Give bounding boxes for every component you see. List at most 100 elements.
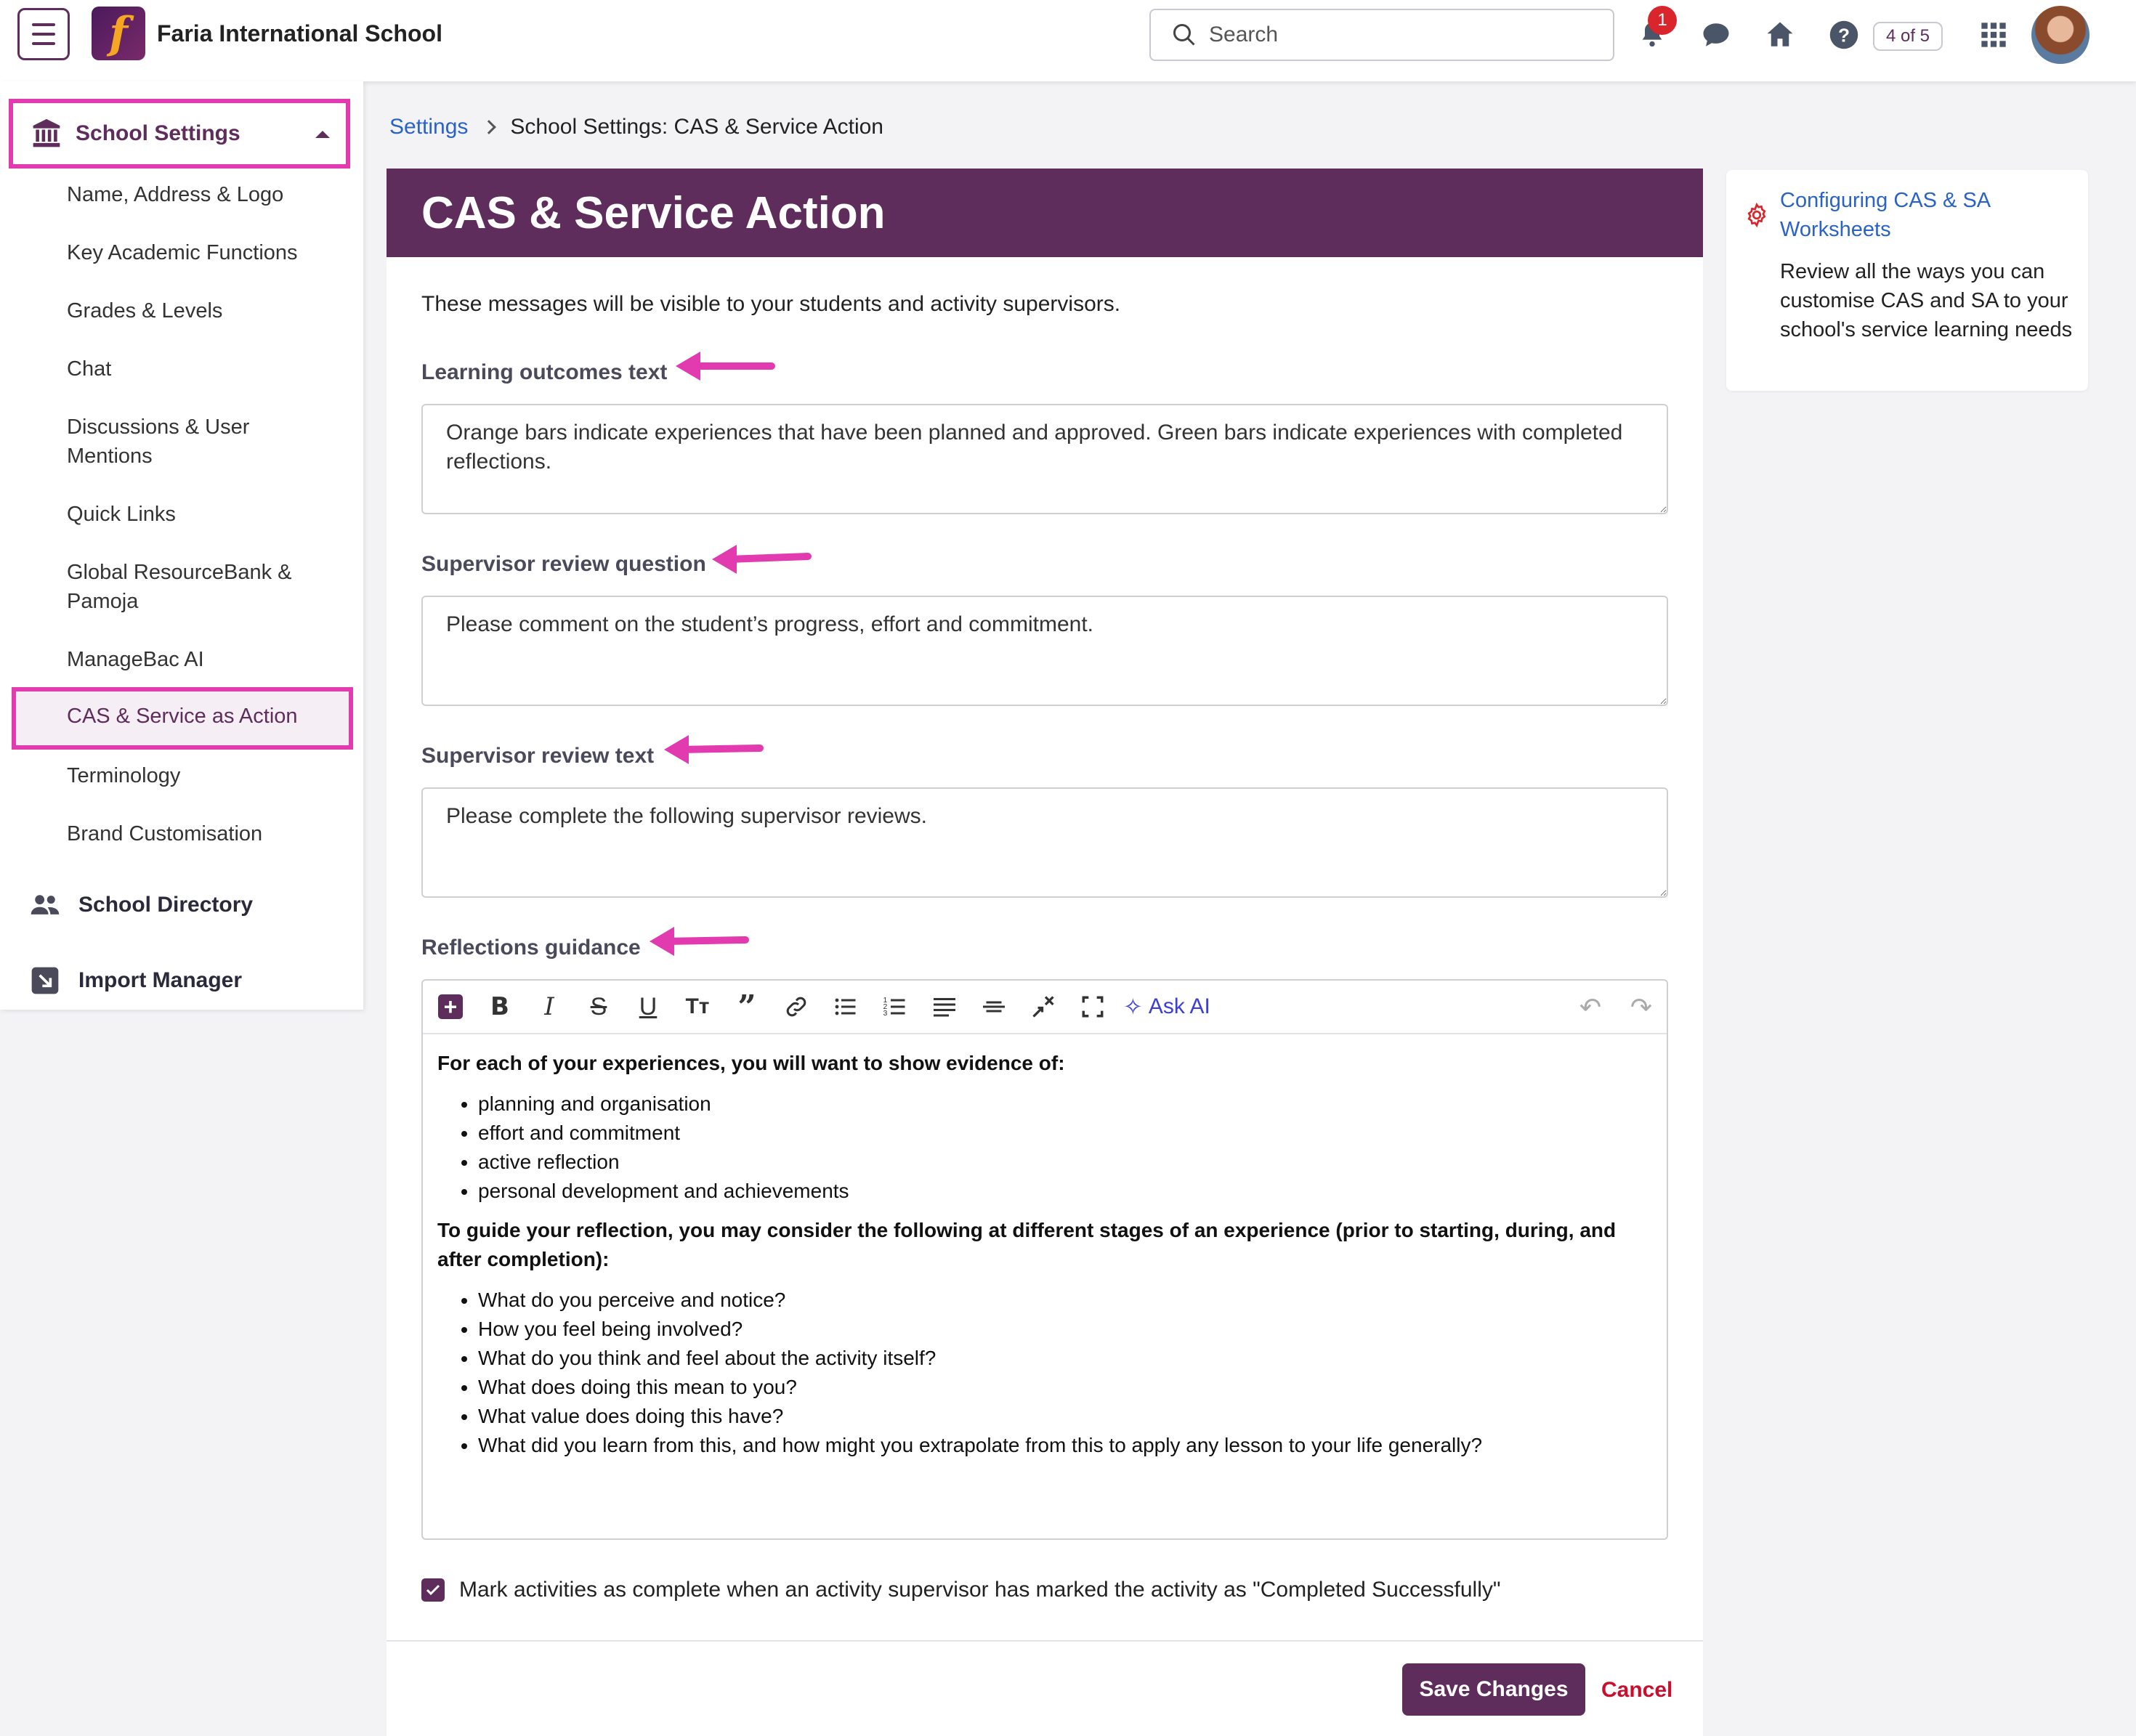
save-changes-button[interactable]: Save Changes	[1402, 1663, 1585, 1716]
sparkle-icon: ✧	[1123, 994, 1143, 1020]
sidebar-item-brand-customisation[interactable]: Brand Customisation	[67, 819, 343, 848]
pointer-arrow-icon	[676, 352, 775, 381]
top-bar: f Faria International School 1 ? 4 of 5	[0, 0, 2136, 81]
help-description: Review all the ways you can customise CA…	[1780, 260, 2073, 341]
learning-outcomes-label: Learning outcomes text	[421, 360, 668, 384]
reflection-questions-list: What do you perceive and notice? How you…	[478, 1286, 1652, 1460]
bullet-list-icon[interactable]	[831, 992, 860, 1021]
sidebar-item-key-academic-functions[interactable]: Key Academic Functions	[67, 238, 343, 267]
breadcrumb: Settings School Settings: CAS & Service …	[389, 115, 883, 139]
sidebar: School Settings Name, Address & Logo Key…	[0, 81, 363, 1010]
align-icon[interactable]	[930, 992, 959, 1021]
sidebar-item-managebac-ai[interactable]: ManageBac AI	[67, 645, 343, 674]
fullscreen-icon[interactable]	[1078, 992, 1107, 1021]
breadcrumb-settings-link[interactable]: Settings	[389, 115, 468, 139]
menu-icon[interactable]	[17, 8, 70, 60]
school-name[interactable]: Faria International School	[157, 20, 442, 47]
list-item: active reflection	[478, 1148, 1652, 1177]
reflections-guidance-editor[interactable]: + B I S U Tᴛ ” 123 ✧ Ask AI ↶ ↷ For each…	[421, 979, 1668, 1540]
list-item: personal development and achievements	[478, 1177, 1652, 1206]
insert-element-icon[interactable]	[1029, 992, 1058, 1021]
supervisor-review-text-field[interactable]: Please complete the following supervisor…	[421, 787, 1668, 898]
list-item: planning and organisation	[478, 1090, 1652, 1119]
ask-ai-button[interactable]: ✧ Ask AI	[1123, 993, 1210, 1021]
pointer-arrow-icon	[650, 927, 749, 956]
sidebar-section-label: Import Manager	[78, 968, 243, 992]
bold-icon[interactable]: B	[485, 992, 514, 1021]
help-card: Configuring CAS & SA Worksheets Review a…	[1726, 170, 2088, 391]
supervisor-review-question-field[interactable]: Please comment on the student’s progress…	[421, 596, 1668, 706]
list-item: What value does doing this have?	[478, 1402, 1652, 1431]
search-input[interactable]	[1209, 23, 1601, 47]
guidance-heading-2: To guide your reflection, you may consid…	[437, 1219, 1617, 1270]
italic-icon[interactable]: I	[535, 992, 564, 1021]
people-icon	[31, 895, 60, 914]
sidebar-section-import-manager[interactable]: Import Manager	[29, 965, 242, 997]
chevron-right-icon	[482, 120, 497, 134]
school-logo[interactable]: f	[92, 7, 145, 60]
learning-outcomes-field[interactable]: Orange bars indicate experiences that ha…	[421, 404, 1668, 514]
avatar[interactable]	[2031, 6, 2090, 64]
ask-ai-label: Ask AI	[1148, 994, 1210, 1018]
bank-icon	[33, 118, 60, 147]
sidebar-item-terminology[interactable]: Terminology	[67, 761, 343, 790]
list-item: effort and commitment	[478, 1119, 1652, 1148]
apps-grid-icon[interactable]	[1976, 17, 2011, 52]
sidebar-group-school-settings[interactable]: School Settings	[9, 99, 350, 169]
sidebar-item-quick-links[interactable]: Quick Links	[67, 500, 343, 529]
link-icon[interactable]	[782, 992, 811, 1021]
horizontal-rule-icon[interactable]	[979, 992, 1008, 1021]
sidebar-item-chat[interactable]: Chat	[67, 354, 343, 384]
redo-icon[interactable]: ↷	[1630, 992, 1652, 1023]
list-item: What do you perceive and notice?	[478, 1286, 1652, 1315]
divider	[387, 1640, 1703, 1642]
guidance-heading-1: For each of your experiences, you will w…	[437, 1052, 1065, 1074]
sidebar-section-label: School Directory	[78, 893, 254, 917]
settings-card: CAS & Service Action These messages will…	[387, 169, 1703, 1736]
mark-complete-label[interactable]: Mark activities as complete when an acti…	[459, 1578, 1501, 1602]
chat-icon[interactable]	[1699, 17, 1734, 52]
list-item: What did you learn from this, and how mi…	[478, 1431, 1652, 1460]
page-title: CAS & Service Action	[387, 169, 1703, 257]
sidebar-section-school-directory[interactable]: School Directory	[29, 889, 253, 921]
import-icon	[31, 967, 59, 994]
gear-icon	[1747, 202, 1766, 228]
sidebar-item-discussions[interactable]: Discussions & User Mentions	[67, 413, 285, 471]
reflections-guidance-label: Reflections guidance	[421, 936, 641, 960]
progress-counter[interactable]: 4 of 5	[1873, 22, 1943, 51]
checkmark-icon	[426, 1584, 440, 1596]
sidebar-item-cas-service[interactable]: CAS & Service as Action	[12, 687, 353, 750]
breadcrumb-current: School Settings: CAS & Service Action	[510, 115, 883, 139]
numbered-list-icon[interactable]: 123	[881, 992, 910, 1021]
editor-content[interactable]: For each of your experiences, you will w…	[423, 1034, 1667, 1485]
quote-icon[interactable]: ”	[732, 989, 761, 1026]
svg-text:3: 3	[883, 1009, 888, 1018]
strikethrough-icon[interactable]: S	[584, 992, 613, 1021]
home-icon[interactable]	[1763, 17, 1797, 52]
sidebar-item-grades-levels[interactable]: Grades & Levels	[67, 296, 343, 325]
intro-text: These messages will be visible to your s…	[421, 292, 1121, 316]
list-item: What do you think and feel about the act…	[478, 1344, 1652, 1373]
underline-icon[interactable]: U	[634, 992, 663, 1021]
pointer-arrow-icon	[664, 735, 764, 764]
mark-complete-option: Mark activities as complete when an acti…	[421, 1578, 1501, 1602]
undo-icon[interactable]: ↶	[1579, 992, 1601, 1023]
sidebar-item-name-address-logo[interactable]: Name, Address & Logo	[67, 180, 343, 209]
sidebar-group-label: School Settings	[76, 121, 240, 145]
notification-badge: 1	[1648, 6, 1677, 35]
help-icon[interactable]: ?	[1826, 17, 1861, 52]
help-link[interactable]: Configuring CAS & SA Worksheets	[1780, 186, 2071, 244]
insert-plus-icon[interactable]: +	[436, 992, 465, 1021]
text-size-icon[interactable]: Tᴛ	[683, 992, 712, 1021]
pointer-arrow-icon	[712, 545, 812, 574]
list-item: What does doing this mean to you?	[478, 1373, 1652, 1402]
sidebar-item-label: CAS & Service as Action	[67, 705, 298, 728]
search-box[interactable]	[1149, 9, 1614, 61]
mark-complete-checkbox[interactable]	[421, 1578, 445, 1602]
search-icon	[1173, 24, 1195, 46]
caret-up-icon[interactable]	[315, 131, 330, 138]
supervisor-review-text-label: Supervisor review text	[421, 744, 655, 768]
cancel-button[interactable]: Cancel	[1601, 1678, 1672, 1703]
editor-toolbar: + B I S U Tᴛ ” 123 ✧ Ask AI ↶ ↷	[423, 981, 1667, 1034]
sidebar-item-global-resourcebank[interactable]: Global ResourceBank & Pamoja	[67, 558, 307, 616]
